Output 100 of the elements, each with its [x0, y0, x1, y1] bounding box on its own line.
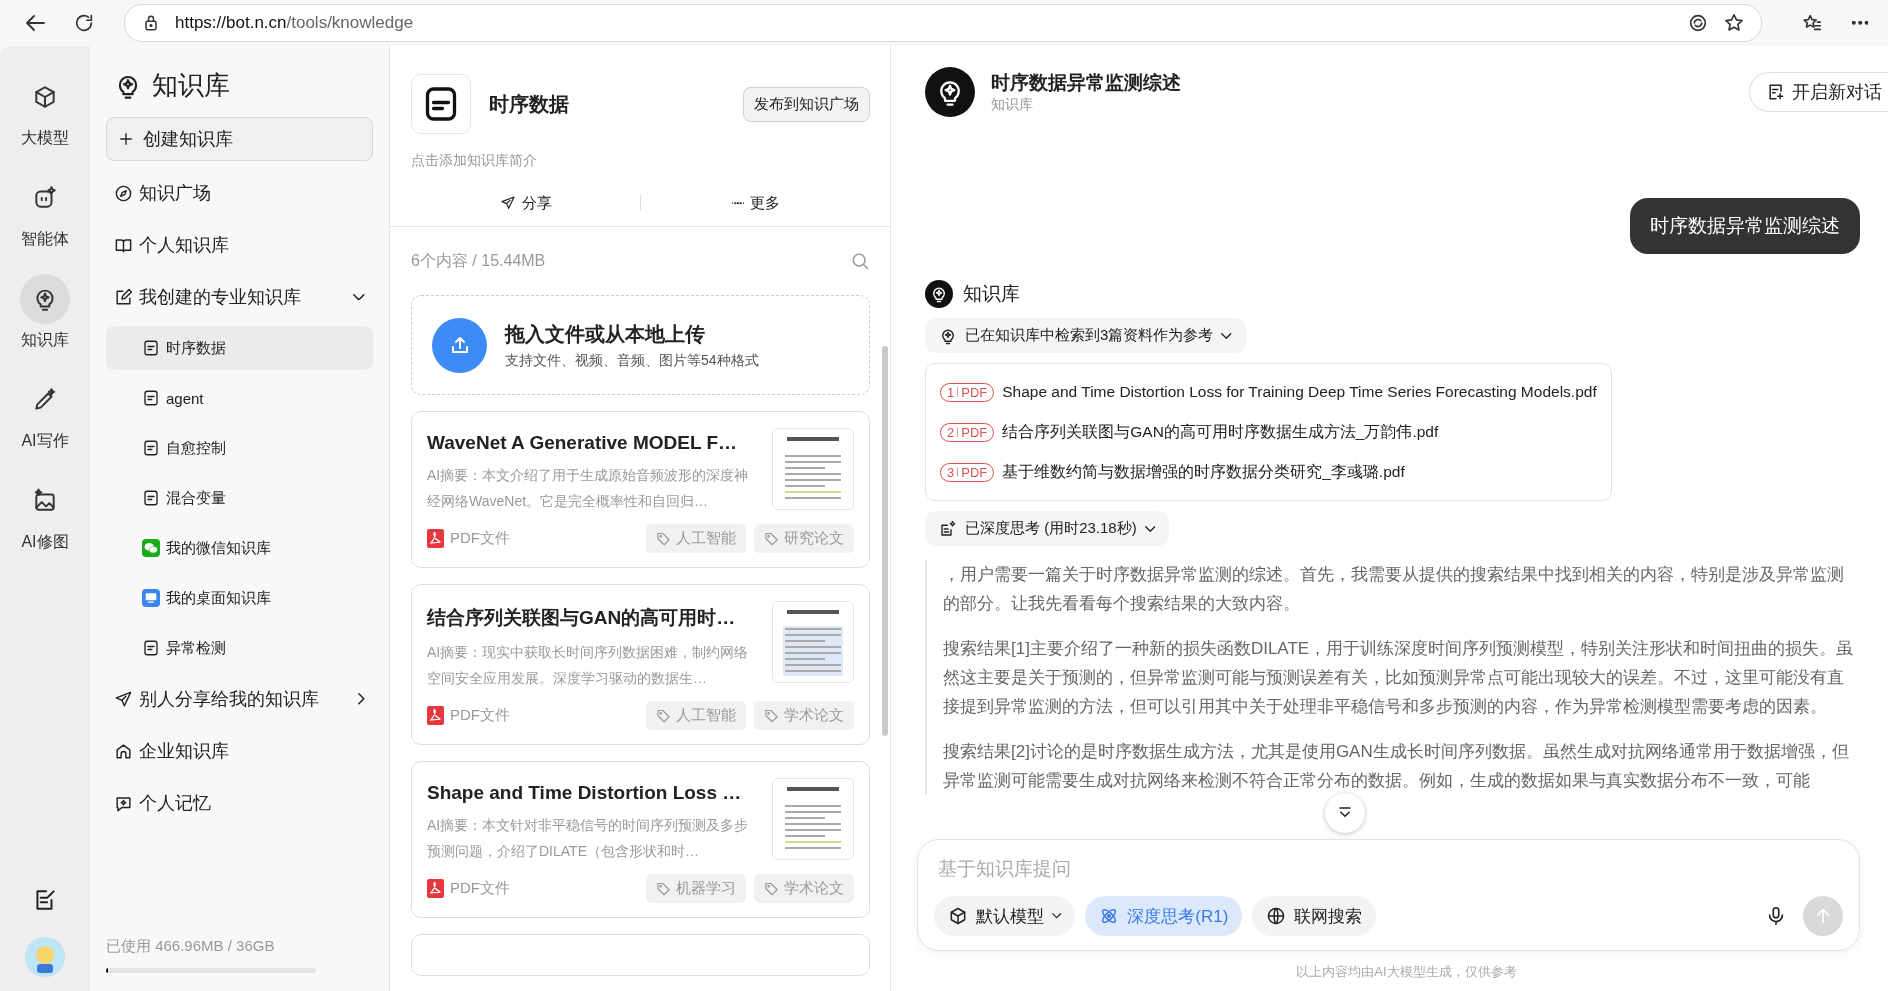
question-input[interactable]: 基于知识库提问 默认模型 深度思考(R1) 联网搜索 [917, 839, 1860, 951]
sidebar-subitem[interactable]: 自愈控制 [106, 426, 373, 470]
tag-icon [656, 881, 671, 896]
document-icon [142, 489, 160, 507]
reasoning-paragraph: ，用户需要一篇关于时序数据异常监测的综述。首先，我需要从提供的搜索结果中找到相关的内容，特别是涉及异常监测的部分。让我先看看每个搜索结果的大致内容。 [943, 564, 1845, 615]
edit-icon [114, 287, 133, 307]
file-type: PDF文件 [450, 706, 510, 725]
chat-app-icon [142, 539, 160, 557]
lightbulb-glyph-icon [930, 285, 948, 303]
paper-plane-icon [499, 195, 516, 211]
thinking-icon [939, 519, 957, 538]
mode-toggle[interactable]: 联网搜索 [1252, 896, 1377, 936]
document-icon [142, 439, 160, 457]
document-summary: AI摘要：现实中获取长时间序列数据困难，制约网络空间安全应用发展。深度学习驱动的数据生… [427, 643, 750, 688]
create-knowledge-base-button[interactable]: 创建知识库 [106, 117, 373, 161]
pdf-icon [427, 879, 444, 898]
reference-link[interactable]: 2 PDF 结合序列关联图与GAN的高可用时序数据生成方法_万韵伟.pdf [940, 412, 1597, 452]
document-summary: AI摘要：本文介绍了用于生成原始音频波形的深度神经网络WaveNet。它是完全概率性和自回归… [427, 466, 750, 511]
sidebar-subitem[interactable]: agent [106, 376, 373, 420]
publish-button[interactable]: 发布到知识广场 [743, 86, 870, 122]
upload-title: 拖入文件或从本地上传 [505, 321, 706, 347]
chevron-down-icon [1221, 332, 1232, 339]
file-type: PDF文件 [450, 529, 510, 548]
document-icon [411, 74, 471, 134]
rail-nav-item[interactable]: 智能体 [20, 173, 70, 250]
chevron-down-icon [1052, 913, 1062, 919]
thinking-toggle[interactable]: 已深度思考 (用时23.18秒) [925, 511, 1170, 546]
retrieval-toggle[interactable]: 已在知识库中检索到3篇资料作为参考 [925, 318, 1246, 353]
document-icon [142, 639, 160, 657]
sidebar-subitem[interactable]: 我的桌面知识库 [106, 576, 373, 620]
chat-subtitle: 知识库 [991, 96, 1034, 114]
sidebar-item[interactable]: 别人分享给我的知识库 [106, 673, 373, 725]
sidebar-item[interactable]: 企业知识库 [106, 725, 373, 777]
avatar-icon[interactable] [25, 937, 65, 977]
pdf-icon [427, 706, 444, 725]
storage-usage-text: 已使用 466.96MB / 36GB [106, 937, 276, 956]
refresh-icon [73, 12, 95, 34]
action-button[interactable]: 分享 [411, 192, 640, 214]
rail-nav-item[interactable]: AI修图 [20, 476, 70, 553]
paper-plane-icon [114, 689, 133, 709]
upload-icon [432, 317, 487, 373]
chat-title: 时序数据异常监测综述 [991, 71, 1181, 95]
cube-icon [32, 84, 58, 110]
tag-icon [764, 531, 779, 546]
disclaimer: 以上内容均由AI大模型生成，仅供参考 [1295, 963, 1518, 981]
rail-nav-item[interactable]: 大模型 [20, 72, 70, 149]
sidebar-subitem[interactable]: 异常检测 [106, 626, 373, 670]
file-type: PDF文件 [450, 879, 510, 898]
more-icon [1851, 21, 1869, 25]
upload-area[interactable]: 拖入文件或从本地上传 支持文件、视频、音频、图片等54种格式 [411, 295, 870, 395]
pen-icon [32, 387, 58, 413]
reasoning-paragraph: 搜索结果[1]主要介绍了一种新的损失函数DILATE，用于训练深度时间序列预测模型，特别关注形状和时间扭曲的损失。虽然这主要是关于预测的，但异常监测可能与预测误差有关，比如预测异常点可能出现较大的误差。不过，这里可能没有直接提到异常监测的方法，但可以引用其中关于处理非平稳信号和多步预测的内容，作为异常检测模型需要考虑的因素。 [943, 638, 1855, 718]
document-icon [142, 339, 160, 357]
tag-icon [764, 881, 779, 896]
upload-hint: 支持文件、视频、音频、图片等54种格式 [505, 351, 759, 370]
sidebar-item[interactable]: 我创建的专业知识库 [106, 271, 373, 323]
sidebar-subitem[interactable]: 混合变量 [106, 476, 373, 520]
document-icon [142, 389, 160, 407]
chevron-down-icon[interactable] [353, 293, 365, 301]
compass-icon [114, 183, 133, 203]
library-title: 时序数据 [489, 91, 570, 117]
reasoning-paragraph: 搜索结果[2]讨论的是时序数据生成方法，尤其是使用GAN生成长时间序列数据。虽然生成对抗网络通常用于数据增强，但异常监测可能需要生成对抗网络来检测不符合正常分布的数据。例如，生成的数据如果与真实数据分布不一致，可能 [943, 741, 1850, 792]
user-message: 时序数据异常监测综述 [1630, 198, 1860, 254]
plus-icon [117, 130, 135, 148]
action-button[interactable]: 更多 [641, 192, 870, 214]
house-icon [114, 741, 133, 761]
sidebar-item[interactable]: 个人知识库 [106, 219, 373, 271]
new-chat-button[interactable]: 开启新对话 [1749, 72, 1888, 112]
search-icon[interactable] [850, 251, 870, 271]
sidebar-item[interactable]: 个人记忆 [106, 777, 373, 829]
more-icon [731, 201, 744, 205]
sidebar-title: 知识库 [152, 69, 230, 102]
document-summary: AI摘要：本文针对非平稳信号的时间序列预测及多步预测问题，介绍了DILATE（包含形状和时… [427, 816, 750, 861]
scroll-down-button[interactable] [1325, 793, 1365, 833]
document-title: 结合序列关联图与GAN的高可用时… [427, 606, 737, 630]
reference-link[interactable]: 1 PDF Shape and Time Distortion Loss for Training Deep Time Series Forecasting Models.pdf [940, 372, 1597, 412]
chevron-down-icon [1144, 525, 1156, 532]
pdf-icon [427, 529, 444, 548]
sidebar-subitem[interactable]: 我的微信知识库 [106, 526, 373, 570]
new-chat-icon [1766, 82, 1786, 102]
scrollbar[interactable] [882, 346, 888, 736]
desktop-app-icon [142, 589, 160, 607]
sidebar-subitem[interactable]: 时序数据 [106, 326, 373, 370]
robot-icon [32, 185, 58, 211]
tag-icon [764, 708, 779, 723]
rail-nav-item[interactable]: AI写作 [20, 375, 70, 452]
globe-icon [1266, 906, 1287, 926]
reference-link[interactable]: 3 PDF 基于维数约简与数据增强的时序数据分类研究_李彧璐.pdf [940, 452, 1597, 492]
cube-icon [948, 906, 968, 926]
sidebar-item[interactable]: 知识广场 [106, 167, 373, 219]
bot-name: 知识库 [963, 282, 1020, 306]
address-bar[interactable]: https://bot.n.cn/tools/knowledge [124, 4, 1762, 42]
tag-icon [656, 531, 671, 546]
chevron-right-icon[interactable] [358, 693, 365, 705]
document-title: WaveNet A Generative MODEL F… [427, 432, 739, 454]
content-count: 6个内容 / 15.44MB [411, 250, 546, 271]
star-icon[interactable] [1723, 12, 1745, 34]
image-icon [32, 488, 58, 514]
document-title: Shape and Time Distortion Loss … [427, 782, 743, 804]
model-dropdown[interactable]: 默认模型 [934, 896, 1076, 936]
